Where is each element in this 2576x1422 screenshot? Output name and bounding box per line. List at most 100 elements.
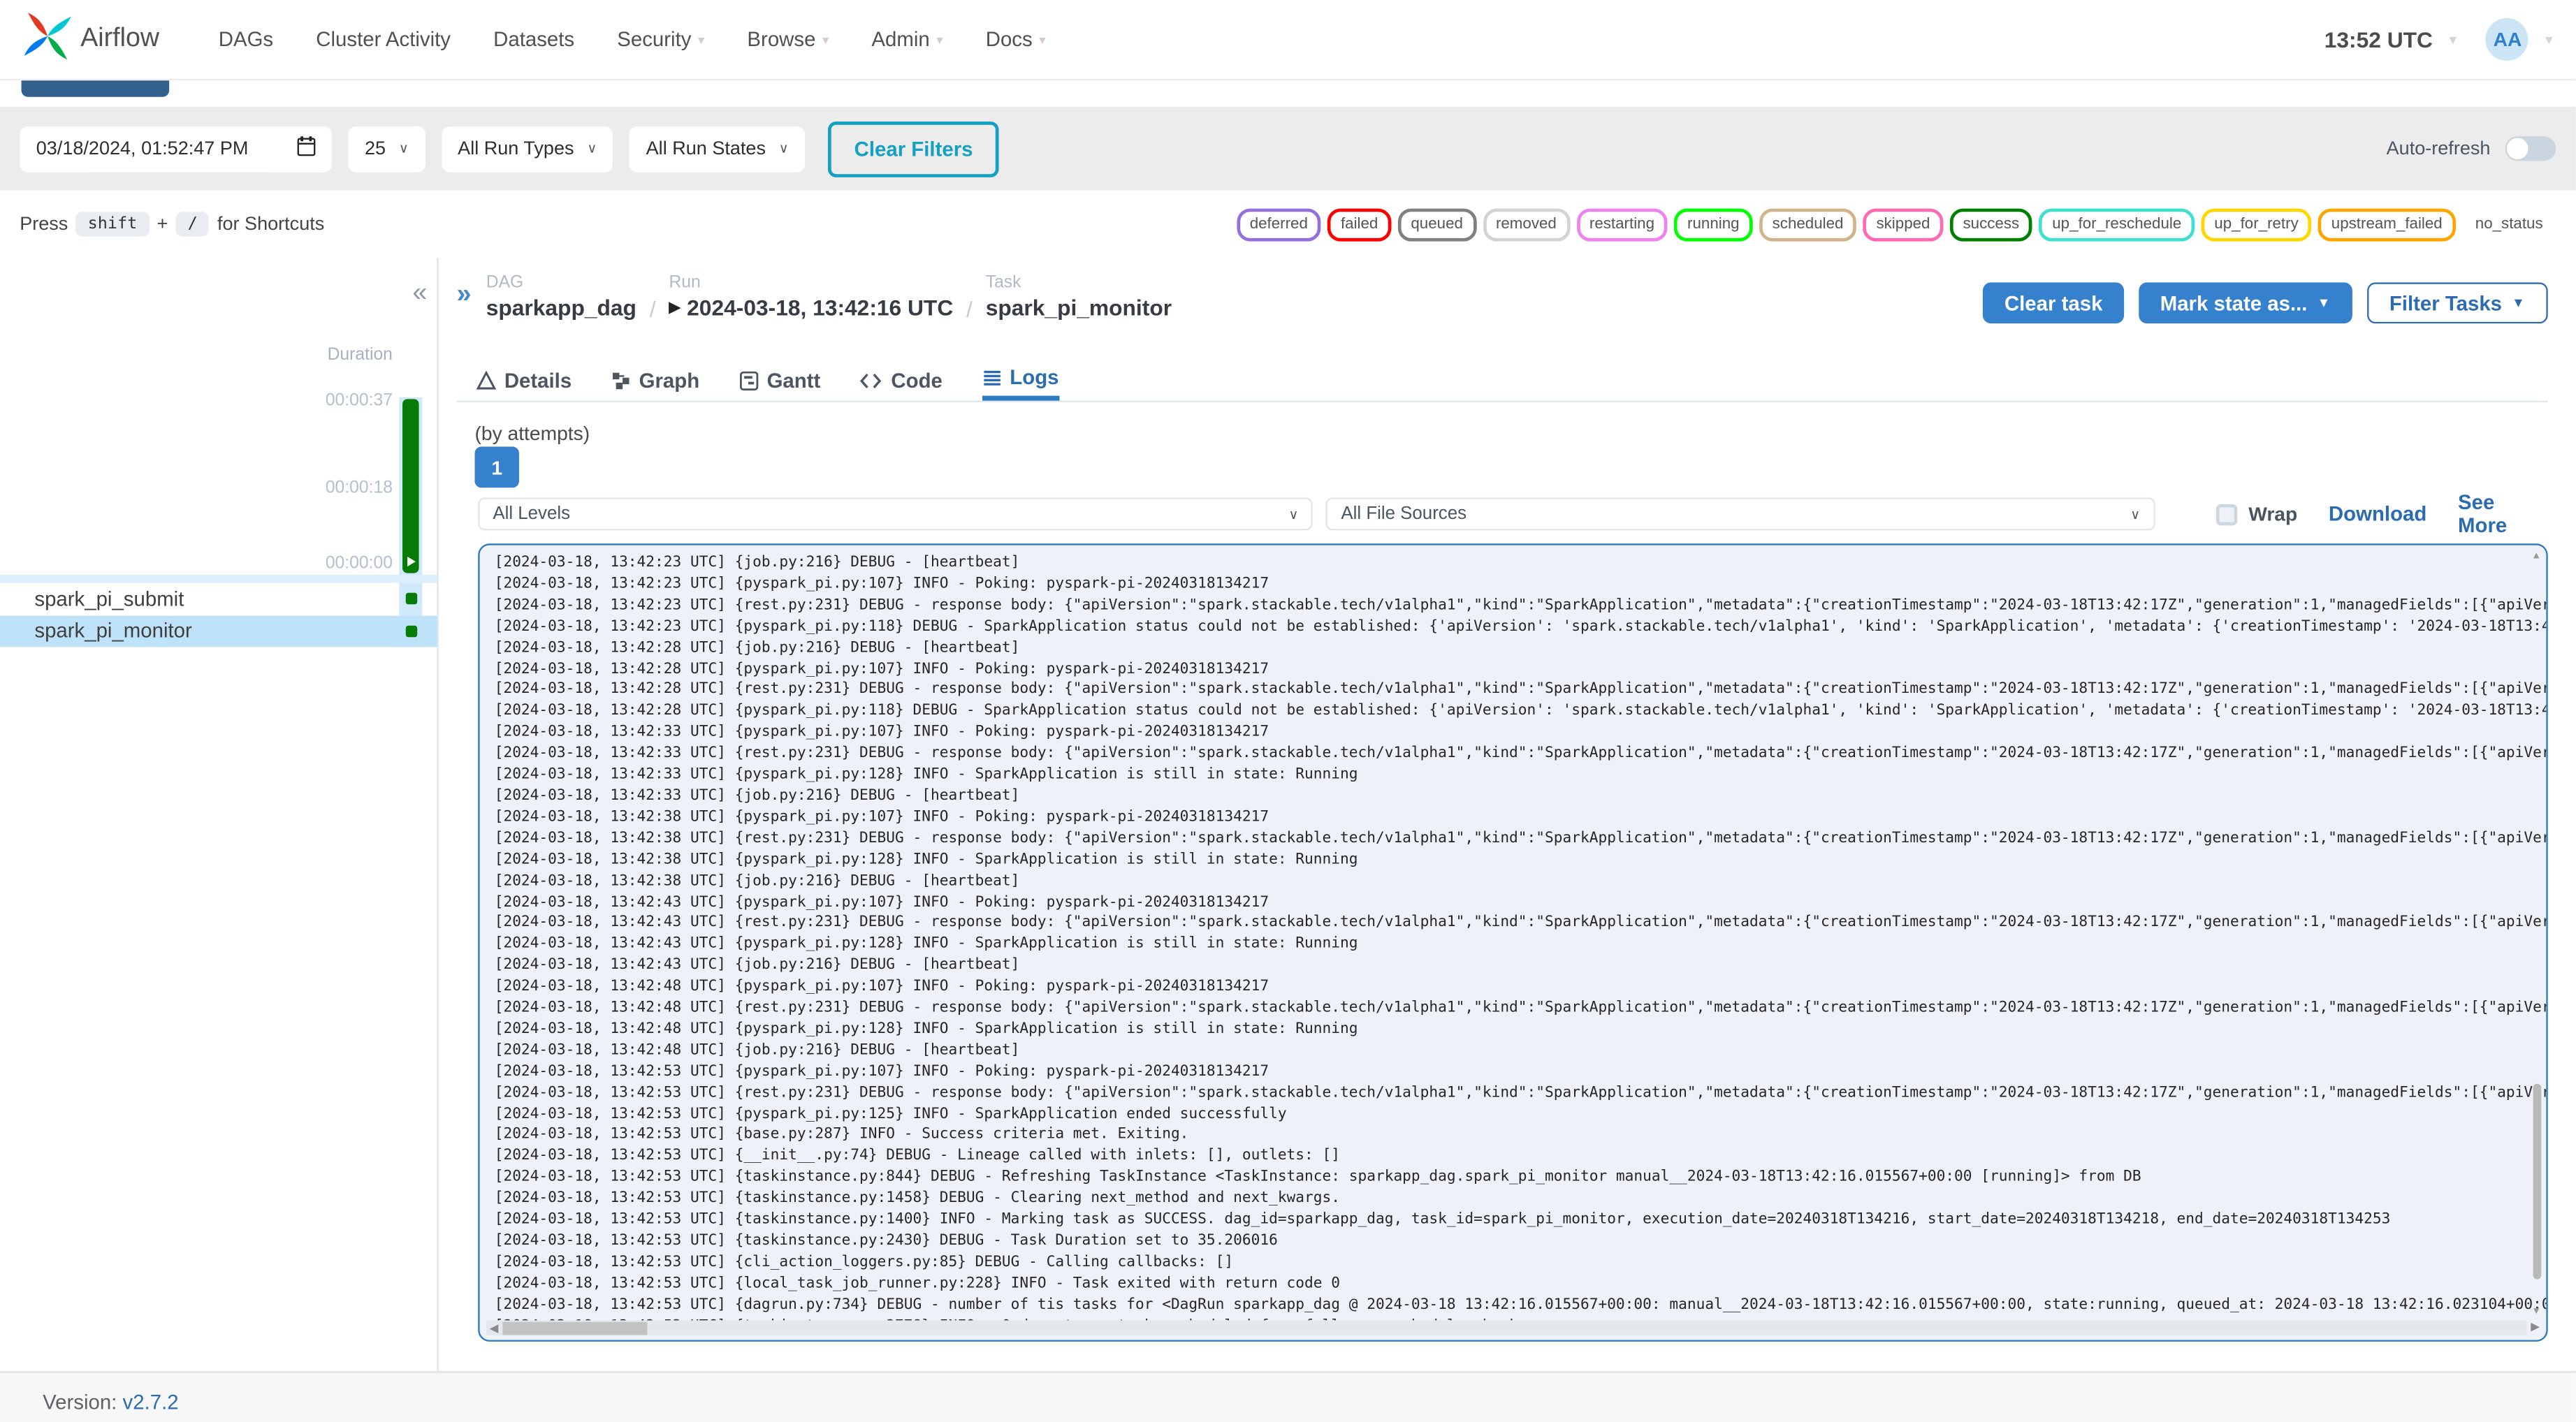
nav-item-datasets[interactable]: Datasets: [493, 28, 574, 51]
nav-item-dags[interactable]: DAGs: [219, 28, 273, 51]
airflow-logo-icon: [23, 10, 73, 68]
log-lines: [2024-03-18, 13:42:23 UTC] {job.py:216} …: [494, 553, 2548, 1337]
state-badge-running[interactable]: running: [1674, 207, 1753, 241]
navbar-right: 13:52 UTC ▾ AA ▾: [2324, 17, 2553, 61]
tab-graph[interactable]: Graph: [611, 360, 700, 401]
state-badge-queued[interactable]: queued: [1397, 207, 1476, 241]
nav-item-browse[interactable]: Browse ▾: [747, 28, 829, 51]
top-navbar: Airflow DAGs Cluster Activity Datasets Secu…: [0, 0, 2576, 81]
scroll-down-icon[interactable]: ▼: [2531, 1307, 2541, 1317]
toggle-knob: [2506, 138, 2528, 160]
breadcrumb: » DAG sparkapp_dag / Run ▶ 2024-03-18, 13…: [457, 272, 1172, 322]
run-types-select[interactable]: All Run Types ∨: [441, 125, 613, 172]
state-badge-no_status[interactable]: no_status: [2462, 207, 2556, 240]
log-line: [2024-03-18, 13:42:38 UTC] {rest.py:231}…: [494, 830, 2547, 847]
breadcrumb-dag[interactable]: DAG sparkapp_dag: [486, 272, 636, 320]
breadcrumb-run[interactable]: Run ▶ 2024-03-18, 13:42:16 UTC: [669, 272, 953, 320]
log-line: [2024-03-18, 13:42:23 UTC] {pyspark_pi.p…: [494, 618, 2548, 636]
caret-down-icon: ▼: [2512, 295, 2525, 311]
base-date-input[interactable]: 03/18/2024, 01:52:47 PM: [20, 125, 332, 172]
airflow-brand[interactable]: Airflow: [23, 10, 159, 68]
nav-item-docs[interactable]: Docs ▾: [986, 28, 1046, 51]
task-row-spark_pi_monitor[interactable]: spark_pi_monitor: [0, 615, 437, 647]
run-column[interactable]: [399, 397, 423, 578]
code-icon: [860, 370, 883, 390]
attempt-1-button[interactable]: 1: [474, 446, 519, 488]
state-badge-removed[interactable]: removed: [1483, 207, 1570, 241]
tab-gantt[interactable]: Gantt: [739, 360, 821, 401]
tab-logs[interactable]: Logs: [982, 360, 1059, 401]
tab-label: Graph: [639, 368, 700, 392]
caret-down-icon: ▼: [2317, 295, 2331, 311]
chevron-down-icon: ∨: [398, 141, 409, 156]
run-states-value: All Run States: [646, 138, 766, 159]
clear-task-button[interactable]: Clear task: [1983, 282, 2124, 324]
log-line: [2024-03-18, 13:42:53 UTC] {dagrun.py:73…: [494, 1296, 2547, 1314]
wrap-checkbox[interactable]: [2215, 503, 2237, 525]
shortcut-hint: Press shift + / for Shortcuts: [20, 212, 324, 237]
run-duration-bar[interactable]: [402, 399, 419, 573]
expand-panel-icon[interactable]: »: [457, 281, 472, 310]
see-more-link[interactable]: See More: [2458, 491, 2548, 537]
state-badge-failed[interactable]: failed: [1327, 207, 1392, 241]
download-link[interactable]: Download: [2329, 502, 2426, 525]
horizontal-scrollbar[interactable]: ◀: [486, 1320, 2527, 1335]
state-badge-restarting[interactable]: restarting: [1576, 207, 1668, 241]
nav-item-admin[interactable]: Admin ▾: [871, 28, 943, 51]
collapse-panel-icon[interactable]: «: [412, 280, 427, 307]
horizontal-scrollbar-thumb[interactable]: [503, 1321, 648, 1335]
task-instance-cell[interactable]: [399, 615, 423, 647]
state-badge-deferred[interactable]: deferred: [1236, 207, 1321, 241]
page-size-select[interactable]: 25 ∨: [348, 125, 425, 172]
calendar-icon: [297, 136, 316, 161]
breadcrumb-separator: /: [649, 297, 656, 322]
nav-item-security[interactable]: Security ▾: [617, 28, 704, 51]
clear-task-label: Clear task: [2004, 291, 2103, 315]
log-line: [2024-03-18, 13:42:33 UTC] {pyspark_pi.p…: [494, 767, 1358, 784]
state-badge-up_for_retry[interactable]: up_for_retry: [2201, 207, 2312, 241]
tab-details[interactable]: Details: [476, 360, 572, 401]
scroll-right-icon[interactable]: ▶: [2531, 1320, 2540, 1333]
state-badge-upstream_failed[interactable]: upstream_failed: [2317, 207, 2456, 241]
file-source-select[interactable]: All File Sources ∨: [1326, 497, 2155, 531]
task-row-spark_pi_submit[interactable]: spark_pi_submit: [0, 582, 437, 615]
chevron-down-icon: ∨: [1288, 506, 1299, 522]
detail-tabs: Details Graph Gantt Code Logs: [456, 360, 2548, 403]
run-states-select[interactable]: All Run States ∨: [630, 125, 806, 172]
run-value[interactable]: ▶ 2024-03-18, 13:42:16 UTC: [669, 295, 953, 320]
task-list: spark_pi_submit spark_pi_monitor: [0, 582, 437, 647]
state-badge-up_for_reschedule[interactable]: up_for_reschedule: [2039, 207, 2195, 241]
mark-state-button[interactable]: Mark state as... ▼: [2139, 282, 2352, 324]
scroll-up-icon[interactable]: ▲: [2531, 552, 2541, 562]
task-state-square-success[interactable]: [405, 593, 417, 605]
task-state-square-success[interactable]: [405, 625, 417, 638]
tab-code[interactable]: Code: [860, 360, 943, 401]
breadcrumb-task[interactable]: Task spark_pi_monitor: [986, 272, 1172, 320]
task-instance-cell[interactable]: [399, 582, 423, 615]
state-badge-success[interactable]: success: [1949, 207, 2033, 241]
state-badge-skipped[interactable]: skipped: [1863, 207, 1944, 241]
user-avatar[interactable]: AA: [2486, 17, 2529, 61]
details-icon: [476, 370, 497, 390]
log-line: [2024-03-18, 13:42:43 UTC] {pyspark_pi.p…: [494, 936, 1358, 953]
tab-label: Gantt: [766, 368, 821, 392]
clear-filters-button[interactable]: Clear Filters: [828, 120, 1000, 177]
version-link[interactable]: v2.7.2: [123, 1391, 179, 1414]
task-value[interactable]: spark_pi_monitor: [986, 295, 1172, 320]
state-badge-scheduled[interactable]: scheduled: [1759, 207, 1857, 241]
logs-icon: [982, 368, 1001, 388]
auto-refresh-toggle[interactable]: [2505, 136, 2556, 161]
filter-tasks-button[interactable]: Filter Tasks ▼: [2366, 282, 2548, 324]
utc-clock[interactable]: 13:52 UTC: [2324, 27, 2433, 52]
scroll-left-icon[interactable]: ◀: [490, 1321, 499, 1334]
log-level-select[interactable]: All Levels ∨: [478, 497, 1314, 531]
page-size-value: 25: [364, 138, 386, 159]
log-output-panel[interactable]: [2024-03-18, 13:42:23 UTC] {job.py:216} …: [478, 543, 2548, 1342]
main-menu: DAGs Cluster Activity Datasets Security ▾ Bro…: [219, 28, 1046, 51]
vertical-scrollbar-thumb[interactable]: [2533, 1083, 2542, 1280]
tab-label: Logs: [1010, 366, 1059, 390]
chevron-down-icon: ∨: [587, 141, 597, 156]
dag-filter-bar: 03/18/2024, 01:52:47 PM 25 ∨ All Run Typ…: [0, 106, 2576, 191]
nav-item-cluster-activity[interactable]: Cluster Activity: [316, 28, 451, 51]
dag-value[interactable]: sparkapp_dag: [486, 295, 636, 320]
